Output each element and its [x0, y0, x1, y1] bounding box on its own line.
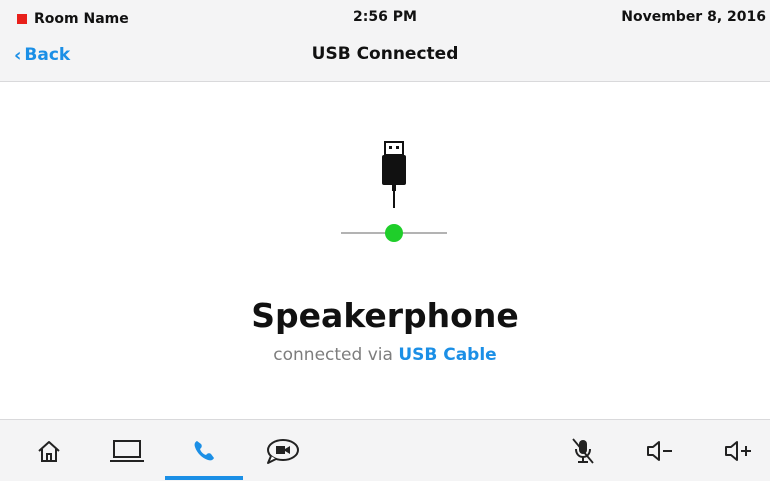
home-icon	[38, 440, 60, 462]
bottom-nav-bar	[0, 419, 770, 481]
nav-mic-mute-button[interactable]	[553, 420, 613, 481]
nav-phone-button[interactable]	[174, 420, 234, 481]
nav-home-button[interactable]	[19, 420, 79, 481]
connected-via-text: connected via	[273, 345, 399, 365]
volume-up-icon	[725, 440, 751, 461]
active-tab-indicator	[165, 476, 243, 480]
laptop-icon	[110, 439, 144, 462]
connection-subtitle: connected via USB Cable	[0, 345, 770, 365]
usb-connection-graphic	[341, 141, 447, 242]
usb-plug-icon	[382, 141, 406, 208]
device-name: Speakerphone	[251, 296, 519, 335]
connection-type-link: USB Cable	[398, 345, 497, 365]
nav-video-chat-button[interactable]	[252, 420, 312, 481]
video-chat-icon	[267, 438, 299, 464]
phone-icon	[194, 440, 214, 460]
mic-muted-icon	[572, 437, 594, 464]
nav-volume-down-button[interactable]	[630, 420, 690, 481]
nav-laptop-button[interactable]	[97, 420, 157, 481]
volume-down-icon	[647, 440, 672, 461]
connection-status-dot	[385, 224, 403, 242]
nav-volume-up-button[interactable]	[708, 420, 768, 481]
